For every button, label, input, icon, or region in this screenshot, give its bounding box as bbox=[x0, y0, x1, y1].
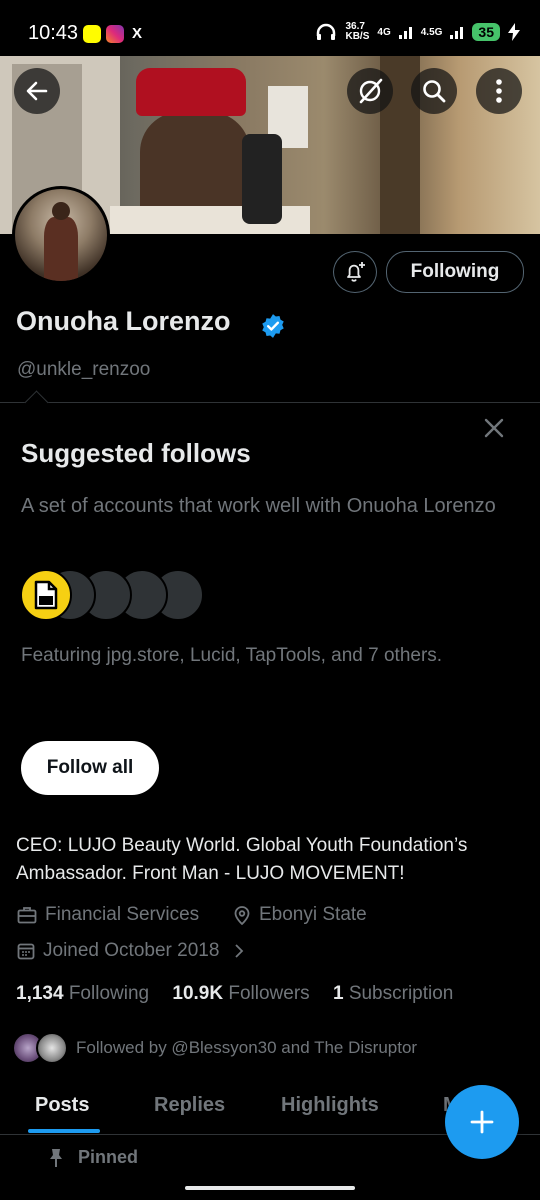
calendar-icon bbox=[17, 943, 35, 960]
following-stat[interactable]: 1,134 Following bbox=[16, 983, 149, 1004]
net-speed: 36.7 KB/S bbox=[345, 21, 370, 42]
tab-posts[interactable]: Posts bbox=[35, 1094, 89, 1117]
pinned-label-row: Pinned bbox=[48, 1147, 138, 1168]
jpg-store-avatar bbox=[20, 569, 72, 621]
tab-replies[interactable]: Replies bbox=[154, 1094, 225, 1117]
grok-button[interactable] bbox=[347, 68, 393, 114]
subscription-stat[interactable]: 1 Subscription bbox=[333, 983, 453, 1004]
profile-name: Onuoha Lorenzo bbox=[16, 306, 231, 336]
back-button[interactable] bbox=[14, 68, 60, 114]
bell-plus-icon bbox=[347, 262, 365, 282]
charging-icon bbox=[508, 23, 520, 41]
followed-by[interactable]: Followed by @Blessyon30 and The Disrupto… bbox=[12, 1032, 417, 1064]
arrow-left-icon bbox=[26, 81, 48, 101]
category-label: Financial Services bbox=[45, 904, 200, 925]
followed-by-avatars bbox=[12, 1032, 68, 1064]
followers-stat[interactable]: 10.9K Followers bbox=[172, 983, 309, 1004]
more-vertical-icon bbox=[496, 79, 502, 103]
pinned-text: Pinned bbox=[78, 1147, 139, 1167]
signal-icon-2 bbox=[450, 27, 464, 39]
plus-icon bbox=[470, 1110, 494, 1134]
search-button[interactable] bbox=[411, 68, 457, 114]
net-type-4g: 4G bbox=[377, 26, 391, 38]
grok-icon bbox=[359, 78, 383, 104]
section-divider bbox=[0, 402, 540, 403]
location-pin-icon bbox=[234, 906, 250, 925]
following-button[interactable]: Following bbox=[386, 251, 524, 293]
suggested-follows-title: Suggested follows bbox=[21, 438, 251, 468]
status-time: 10:43 bbox=[28, 22, 79, 44]
close-icon[interactable] bbox=[480, 414, 508, 442]
instagram-icon bbox=[106, 25, 124, 43]
profile-avatar[interactable] bbox=[12, 186, 110, 284]
suggestion-pointer bbox=[24, 390, 49, 415]
pin-icon bbox=[50, 1148, 62, 1167]
chevron-right-icon bbox=[235, 944, 244, 958]
signal-icon bbox=[398, 27, 412, 39]
status-bar: 10:43 X 36.7 KB/S 4G 4.5G 35 bbox=[0, 0, 540, 56]
suggested-follows-description: A set of accounts that work well with On… bbox=[21, 495, 496, 517]
notifications-bell-button[interactable] bbox=[333, 251, 377, 293]
profile-bio: CEO: LUJO Beauty World. Global Youth Fou… bbox=[16, 835, 468, 884]
active-tab-indicator bbox=[28, 1129, 100, 1133]
briefcase-icon bbox=[17, 907, 37, 924]
featuring-text: Featuring jpg.store, Lucid, TapTools, an… bbox=[21, 645, 443, 666]
joined-label: Joined October 2018 bbox=[43, 940, 220, 961]
tab-highlights[interactable]: Highlights bbox=[281, 1094, 379, 1117]
verified-badge-icon[interactable] bbox=[260, 313, 286, 339]
document-icon bbox=[34, 580, 58, 610]
headphones-icon bbox=[317, 23, 336, 40]
profile-stats: 1,134 Following 10.9K Followers 1 Subscr… bbox=[16, 983, 453, 1005]
compose-post-button[interactable] bbox=[445, 1085, 519, 1159]
x-app-icon: X bbox=[132, 25, 143, 42]
home-indicator[interactable] bbox=[185, 1186, 355, 1190]
followed-by-text: Followed by @Blessyon30 and The Disrupto… bbox=[76, 1038, 418, 1057]
snapchat-icon bbox=[83, 25, 101, 43]
follower-avatar-2 bbox=[36, 1032, 68, 1064]
location-label: Ebonyi State bbox=[259, 904, 367, 925]
status-right: 36.7 KB/S 4G 4.5G 35 bbox=[315, 22, 520, 42]
profile-joined[interactable]: Joined October 2018 bbox=[17, 940, 245, 962]
follow-all-button[interactable]: Follow all bbox=[21, 741, 159, 795]
profile-handle: @unkle_renzoo bbox=[17, 359, 151, 380]
more-options-button[interactable] bbox=[476, 68, 522, 114]
profile-location: Ebonyi State bbox=[233, 904, 367, 926]
battery-indicator: 35 bbox=[472, 23, 500, 41]
search-icon bbox=[423, 80, 446, 103]
profile-category: Financial Services bbox=[17, 904, 199, 926]
net-type-45g: 4.5G bbox=[420, 26, 443, 38]
suggested-avatars[interactable] bbox=[20, 569, 220, 621]
